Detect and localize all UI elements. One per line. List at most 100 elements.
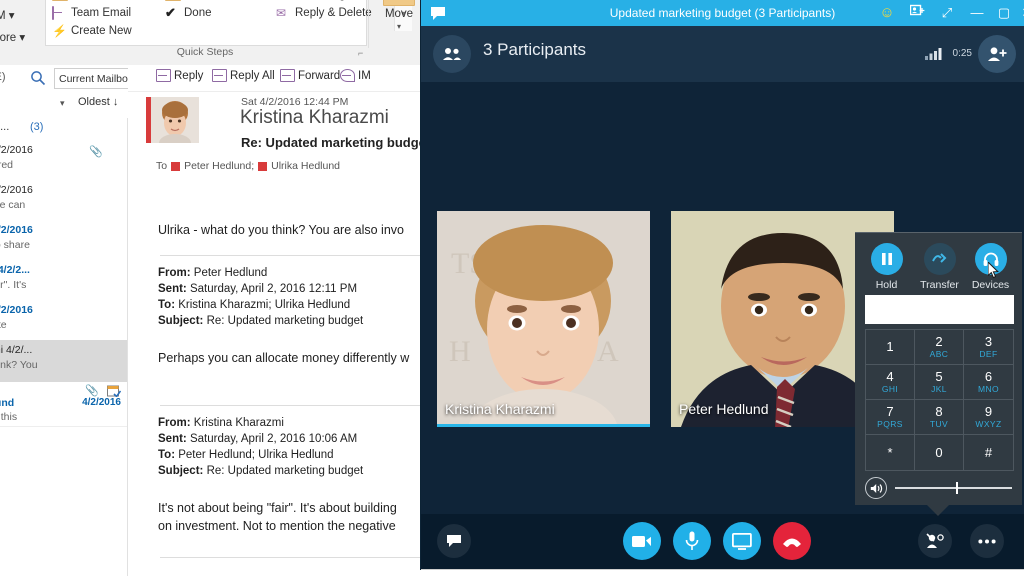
emoticon-icon[interactable]: ☺ <box>874 0 900 26</box>
divider <box>160 405 420 406</box>
dial-key[interactable]: 3 DEF <box>964 330 1013 365</box>
call-controls-button[interactable] <box>918 524 952 558</box>
dial-key[interactable]: * <box>866 435 915 470</box>
quick-step-team-email[interactable]: Team Email <box>52 6 131 20</box>
im-label: IM <box>358 69 371 82</box>
im-button[interactable]: IM <box>340 69 371 82</box>
chat-button[interactable] <box>437 524 471 558</box>
to-label: To <box>156 160 168 172</box>
quick-step-reply-delete[interactable]: ✉ Reply & Delete <box>276 7 372 19</box>
maximize-icon[interactable]: ▢ <box>991 0 1017 26</box>
active-speaker-indicator <box>437 424 650 427</box>
quoted-sent: Sent: Saturday, April 2, 2016 12:11 PM <box>158 283 358 295</box>
envelope-icon <box>52 6 66 20</box>
transfer-action[interactable]: Transfer <box>912 243 967 291</box>
reply-delete-icon: ✉ <box>276 6 287 20</box>
quick-step-archive-1[interactable]: Archive <box>52 0 111 1</box>
present-screen-button[interactable] <box>723 522 761 560</box>
volume-slider[interactable] <box>895 482 1012 494</box>
folder-icon <box>165 0 181 1</box>
list-item-sender: lund <box>0 397 15 409</box>
ribbon-divider <box>368 0 369 48</box>
ribbon-fragment-m[interactable]: M ▾ <box>0 8 15 22</box>
search-icon[interactable] <box>30 70 46 86</box>
quoted-to: To: Kristina Kharazmi; Ulrika Hedlund <box>158 299 351 311</box>
list-item[interactable]: i 4/2/2... air". It's <box>0 260 127 301</box>
ribbon-fragment-more[interactable]: More ▾ <box>0 30 25 44</box>
dial-key[interactable]: 2 ABC <box>915 330 964 365</box>
hold-action[interactable]: Hold <box>859 243 914 291</box>
reply-all-button[interactable]: Reply All <box>212 69 275 82</box>
list-item-preview: air". It's <box>0 279 27 291</box>
mail-list-group-header[interactable]: n... (3) <box>0 118 127 141</box>
microphone-button[interactable] <box>673 522 711 560</box>
calendar-icon <box>107 384 122 398</box>
quick-step-archive-2[interactable]: Archive <box>165 0 224 1</box>
participant-name: Peter Hedlund <box>679 401 769 417</box>
recipient-1[interactable]: Peter Hedlund; <box>184 160 254 172</box>
list-item-date: 4/2/2016 <box>82 397 121 408</box>
volume-control[interactable] <box>865 477 1012 499</box>
dial-key[interactable]: 0 <box>915 435 964 470</box>
chevron-down-icon[interactable]: ▾ <box>375 22 423 31</box>
mail-list[interactable]: n... (3) 4/2/2016 ared 📎 4/2/2016 we can… <box>0 118 128 576</box>
quick-step-label: Archive <box>186 0 224 1</box>
end-call-button[interactable] <box>773 522 811 560</box>
dial-key[interactable]: 5 JKL <box>915 365 964 400</box>
quoted-body-line: on investment. Not to mention the negati… <box>158 519 396 533</box>
dial-key[interactable]: 4 GHI <box>866 365 915 400</box>
call-header: 3 Participants 0:25 <box>421 26 1024 82</box>
participants-label: 3 Participants <box>483 40 586 59</box>
quick-step-done[interactable]: ✔ Done <box>165 6 212 19</box>
recipient-2[interactable]: Ulrika Hedlund <box>271 160 340 172</box>
list-item-date: 4/2/2016 <box>0 144 33 156</box>
video-button[interactable] <box>623 522 661 560</box>
dial-key[interactable]: 8 TUV <box>915 400 964 435</box>
sort-order-label[interactable]: Oldest ↓ <box>78 96 118 108</box>
search-input[interactable]: rl+E) <box>0 71 6 83</box>
dial-key[interactable]: 1 <box>866 330 915 365</box>
reply-button[interactable]: Reply <box>156 69 203 82</box>
call-controls-bar <box>421 514 1024 569</box>
popout-icon[interactable]: ⤢ <box>934 0 960 26</box>
reply-all-icon <box>212 69 227 82</box>
chevron-down-icon[interactable]: ▾ <box>60 98 65 109</box>
add-person-icon[interactable] <box>978 35 1016 73</box>
forward-button[interactable]: Forward <box>280 69 340 82</box>
list-item[interactable]: 4/2/2016 ate <box>0 300 127 341</box>
quick-step-create-new[interactable]: ⚡ Create New <box>52 25 132 37</box>
dialpad-input[interactable] <box>865 295 1014 324</box>
paperclip-icon: 📎 <box>85 385 99 397</box>
dialog-launcher-icon[interactable]: ⌐ <box>358 48 363 58</box>
quoted-body-line: It's not about being "fair". It's about … <box>158 501 397 515</box>
divider <box>160 557 420 558</box>
more-options-button[interactable] <box>970 524 1004 558</box>
skype-title-bar[interactable]: Updated marketing budget (3 Participants… <box>421 0 1024 26</box>
devices-action[interactable]: Devices <box>963 243 1018 291</box>
dial-key[interactable]: 7 PQRS <box>866 400 915 435</box>
volume-slider-thumb[interactable] <box>955 482 958 494</box>
participant-name: Kristina Kharazmi <box>445 401 555 417</box>
dial-key[interactable]: 9 WXYZ <box>964 400 1013 435</box>
folder-icon <box>383 0 415 6</box>
list-item[interactable]: 4/2/2016 ared 📎 <box>0 140 127 181</box>
quoted-from: From: Kristina Kharazmi <box>158 417 284 429</box>
add-contact-card-icon[interactable] <box>904 0 930 26</box>
minimize-icon[interactable]: — <box>964 0 990 26</box>
list-item[interactable]: 4/2/2016 we can <box>0 180 127 221</box>
signal-bars-icon <box>925 46 945 60</box>
list-item[interactable]: 5 lund d this 📎 4/2/2016 <box>0 382 127 427</box>
list-item[interactable]: mi 4/2/... hink? You <box>0 340 127 383</box>
reading-pane-actions: Reply Reply All Forward IM <box>128 65 425 92</box>
transfer-call-icon <box>923 243 956 275</box>
dial-key[interactable]: # <box>964 435 1013 470</box>
participant-tile[interactable]: TS S H A Kristina Kha <box>437 211 650 427</box>
quick-step-to-manager[interactable]: ↩ To Manager <box>276 0 356 1</box>
dial-key[interactable]: 6 MNO <box>964 365 1013 400</box>
close-icon[interactable]: ✕ <box>1016 0 1024 26</box>
pause-icon <box>870 243 903 275</box>
list-item[interactable]: 4/2/2016 to share <box>0 220 127 261</box>
mail-sort-row: ▾ Oldest ↓ <box>0 92 140 119</box>
speaker-icon[interactable] <box>865 477 887 499</box>
move-button[interactable]: Move ▾ <box>375 0 423 52</box>
